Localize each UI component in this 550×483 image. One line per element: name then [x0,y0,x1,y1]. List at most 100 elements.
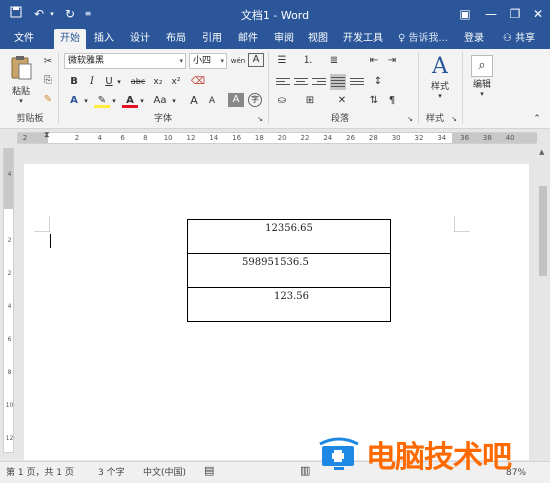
asian-layout-icon[interactable]: ✕ [334,93,350,109]
table-cell[interactable]: 123.56 [187,287,391,322]
change-case-button[interactable]: Aa [150,93,170,109]
bold-button[interactable]: B [66,74,82,90]
dialog-launcher-icon[interactable]: ↘ [256,115,264,123]
ruler-tick-label: 6 [120,134,125,142]
login-link[interactable]: 登录 [460,29,488,49]
decrease-indent-icon[interactable]: ⇤ [366,53,382,69]
save-icon[interactable] [8,5,24,23]
show-marks-icon[interactable]: ¶ [384,93,400,109]
dialog-launcher-icon[interactable]: ↘ [406,115,414,123]
customize-qat-icon[interactable]: ≡ [82,5,94,23]
chevron-down-icon[interactable]: ▾ [82,93,90,109]
tab-layout[interactable]: 布局 [162,29,190,49]
word-count[interactable]: 3 个字 [98,466,125,480]
grow-font-button[interactable]: A [186,93,202,109]
phonetic-guide-icon[interactable]: wén [230,53,246,69]
align-left-icon[interactable] [276,76,290,88]
tab-references[interactable]: 引用 [198,29,226,49]
bullets-icon[interactable]: ☰ [274,53,290,69]
highlight-icon[interactable]: ✎ [94,93,110,108]
character-shading-icon[interactable]: A [228,93,244,107]
chevron-down-icon[interactable]: ▾ [110,93,118,109]
redo-icon[interactable]: ↻ [62,5,78,23]
ruler-tick-label: 20 [277,134,287,142]
tell-me-box[interactable]: ♀ 告诉我... [398,29,454,49]
chevron-down-icon[interactable]: ▾ [170,93,178,109]
tab-file[interactable]: 文件 [6,29,42,49]
text-effects-icon[interactable]: A [66,93,82,109]
table-row[interactable]: 123.56 [187,287,391,322]
chevron-down-icon[interactable]: ▾ [115,74,123,90]
undo-icon[interactable]: ↶ [30,5,48,23]
justify-icon[interactable] [330,74,346,90]
paste-button[interactable]: 粘贴 ▾ [6,55,36,105]
shading-icon[interactable]: ⛀ [274,93,290,109]
scrollbar-thumb[interactable] [539,186,547,276]
character-border-icon[interactable]: A [248,53,264,67]
language-indicator[interactable]: 中文(中国) [143,466,186,480]
chevron-down-icon[interactable]: ▾ [138,93,146,109]
undo-dropdown-icon[interactable]: ▾ [48,5,56,23]
shrink-font-button[interactable]: A [204,93,220,109]
tab-developer[interactable]: 开发工具 [338,29,388,49]
minimize-icon[interactable]: — [481,5,501,23]
multilevel-list-icon[interactable]: ≣ [326,53,342,69]
macro-record-icon[interactable]: ▤ [204,464,214,478]
align-center-icon[interactable] [294,76,308,88]
table-cell[interactable]: 598951536.5 [187,253,391,288]
numbering-icon[interactable]: ⒈ [300,53,316,69]
data-table[interactable]: 12356.65 598951536.5 123.56 [187,219,391,322]
tab-mailings[interactable]: 邮件 [234,29,262,49]
ruler-tick-label: 28 [368,134,378,142]
share-button[interactable]: ⚇ 共享 [494,29,544,49]
distributed-icon[interactable] [350,76,364,88]
table-row[interactable]: 598951536.5 [187,253,391,288]
horizontal-ruler: 2 2 4 6 8 10 12 14 16 18 20 22 24 26 28 30 32 34 36 38 40 ⧗ [0,130,550,146]
font-size-combo[interactable]: 小四 ▾ [189,53,227,69]
editing-button[interactable]: ⌕ 编辑 ▾ [468,55,496,107]
align-right-icon[interactable] [312,76,326,88]
document-area[interactable]: 12356.65 598951536.5 123.56 [16,146,536,460]
copy-icon[interactable]: ⎘ [40,73,56,89]
borders-icon[interactable]: ⊞ [302,93,318,109]
tab-home[interactable]: 开始 [54,29,86,49]
vruler-strip: 422468101214 [3,148,14,475]
tab-view[interactable]: 视图 [304,29,332,49]
tab-insert[interactable]: 插入 [90,29,118,49]
document-page[interactable]: 12356.65 598951536.5 123.56 [24,164,529,460]
search-icon: ⌕ [471,55,493,77]
indent-marker-icon[interactable]: ⧗ [44,130,50,140]
strikethrough-button[interactable]: abc [128,74,148,90]
enclose-characters-icon[interactable]: 字 [248,93,262,107]
increase-indent-icon[interactable]: ⇥ [384,53,400,69]
format-painter-icon[interactable]: ✎ [40,92,56,108]
vruler-tick-label: 12 [5,435,14,442]
restore-icon[interactable]: ❐ [505,5,525,23]
cut-icon[interactable]: ✂ [40,54,56,70]
page-count[interactable]: 第 1 页，共 1 页 [6,466,74,480]
ribbon: 粘贴 ▾ ✂ ⎘ ✎ 剪贴板 微软雅黑 ▾ 小四 ▾ wén A B I U ▾… [0,49,550,129]
table-row[interactable]: 12356.65 [187,219,391,254]
styles-button[interactable]: A 样式 ▾ [424,55,456,107]
tab-design[interactable]: 设计 [126,29,154,49]
read-mode-icon[interactable]: ▥ [300,464,310,478]
font-name-combo[interactable]: 微软雅黑 ▾ [64,53,186,69]
ribbon-display-options-icon[interactable]: ▣ [455,5,475,23]
clear-formatting-icon[interactable]: ⌫ [190,74,206,90]
subscript-button[interactable]: x₂ [150,74,166,90]
ruler-tick-label: 22 [300,134,310,142]
ruler-tick-label: 16 [232,134,242,142]
close-icon[interactable]: ✕ [528,5,548,23]
line-spacing-icon[interactable]: ↕ [370,74,386,90]
vertical-scrollbar[interactable]: ▲ [536,146,550,460]
dialog-launcher-icon[interactable]: ↘ [450,115,458,123]
italic-button[interactable]: I [84,74,100,90]
superscript-button[interactable]: x² [168,74,184,90]
collapse-ribbon-icon[interactable]: ⌃ [530,113,544,125]
scroll-up-icon[interactable]: ▲ [539,148,544,156]
tab-review[interactable]: 审阅 [270,29,298,49]
table-cell[interactable]: 12356.65 [187,219,391,254]
sort-icon[interactable]: ⇅ [366,93,382,109]
font-color-button[interactable]: A [122,93,138,108]
margin-corner-mark [454,216,470,232]
